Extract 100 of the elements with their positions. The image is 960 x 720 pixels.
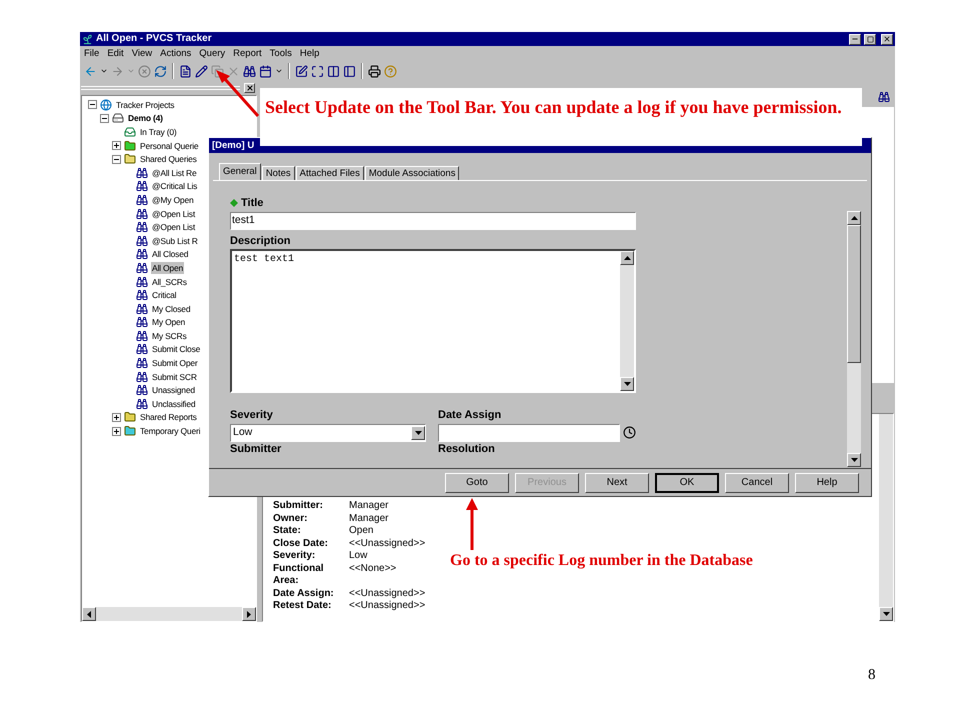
- sprout-icon: [82, 34, 93, 44]
- tree-item[interactable]: Shared Queries: [139, 153, 198, 166]
- minimize-button[interactable]: [849, 34, 861, 44]
- tree-item[interactable]: Submit SCR: [151, 370, 198, 383]
- tree-item[interactable]: Shared Reports: [139, 411, 198, 424]
- tree-item[interactable]: In Tray (0): [139, 126, 178, 138]
- scroll-up-button[interactable]: [620, 251, 634, 265]
- menu-item[interactable]: View: [132, 48, 152, 58]
- binoculars-icon[interactable]: [243, 64, 256, 78]
- menu-item[interactable]: Tools: [270, 48, 292, 58]
- clock-icon[interactable]: [623, 426, 636, 439]
- tree-item[interactable]: My Open: [151, 316, 186, 328]
- left-triangle-icon: [87, 610, 91, 618]
- menu-item[interactable]: Edit: [107, 48, 124, 58]
- tree-item[interactable]: Demo (4): [127, 112, 164, 124]
- detail-value: Low: [349, 550, 368, 562]
- menu-item[interactable]: Help: [300, 48, 320, 58]
- detail-value: <<Unassigned>>: [349, 588, 426, 600]
- dialog-button[interactable]: Goto: [445, 472, 509, 492]
- diamond-icon: [230, 199, 238, 208]
- detail-label: Owner:: [273, 512, 308, 525]
- tab[interactable]: Module Associations: [364, 166, 460, 180]
- tree-item[interactable]: @Open List: [151, 221, 196, 234]
- date-assign-field[interactable]: [438, 424, 620, 442]
- tree-item[interactable]: @Sub List R: [151, 234, 199, 247]
- detail-label: Functional Area:: [273, 562, 325, 588]
- tree-item[interactable]: Personal Querie: [139, 140, 200, 152]
- dialog-button[interactable]: OK: [655, 472, 719, 492]
- page-number: 8: [868, 666, 876, 685]
- refresh-icon[interactable]: [154, 64, 167, 78]
- close-pane-button[interactable]: [244, 83, 255, 93]
- detail-label: Date Assign:: [273, 588, 335, 600]
- dropdown-arrow-button[interactable]: [411, 426, 425, 440]
- binoculars-icon: [136, 234, 148, 247]
- expand-icon[interactable]: [112, 412, 121, 422]
- dialog-button[interactable]: Next: [585, 472, 649, 492]
- up-triangle-icon: [624, 256, 630, 260]
- menu-item[interactable]: Query: [199, 48, 226, 58]
- tree-item[interactable]: Unclassified: [151, 398, 196, 410]
- calendar-icon[interactable]: [259, 64, 272, 78]
- dialog-button[interactable]: Cancel: [725, 472, 789, 492]
- tree-item[interactable]: All Open: [151, 262, 184, 274]
- description-text: test text1: [233, 253, 296, 267]
- menu-item[interactable]: Actions: [160, 48, 192, 58]
- binoculars-icon: [136, 398, 148, 410]
- scroll-down-button[interactable]: [879, 607, 893, 621]
- drive-icon: [112, 112, 124, 124]
- expand-icon[interactable]: [112, 426, 121, 436]
- edit-icon[interactable]: [295, 64, 308, 78]
- collapse-icon[interactable]: [88, 100, 97, 110]
- tree-item[interactable]: My SCRs: [151, 330, 188, 342]
- tree-item[interactable]: My Closed: [151, 302, 192, 315]
- scroll-down-button[interactable]: [847, 453, 861, 467]
- scroll-thumb[interactable]: [847, 225, 861, 363]
- tree-item[interactable]: Critical: [151, 289, 178, 302]
- tab[interactable]: Notes: [262, 166, 295, 180]
- tree-item[interactable]: Submit Oper: [151, 357, 199, 370]
- scroll-up-button[interactable]: [847, 211, 861, 225]
- expand-icon[interactable]: [112, 141, 121, 150]
- binoculars-icon: [136, 357, 148, 370]
- severity-dropdown[interactable]: Low: [230, 424, 426, 442]
- detail-value: <<Unassigned>>: [349, 538, 426, 550]
- collapse-icon[interactable]: [100, 114, 109, 123]
- tree-item[interactable]: @My Open: [151, 194, 195, 206]
- binoculars-icon: [878, 91, 890, 103]
- collapse-icon[interactable]: [112, 154, 121, 164]
- scroll-down-button[interactable]: [620, 377, 634, 391]
- tree-item[interactable]: All Closed: [151, 248, 190, 260]
- binoculars-icon: [136, 316, 148, 328]
- close-button[interactable]: [881, 34, 893, 44]
- dialog-button[interactable]: Help: [795, 472, 859, 492]
- menu-item[interactable]: Report: [233, 48, 262, 58]
- tab[interactable]: General: [219, 163, 261, 180]
- tree-item[interactable]: @Critical Lis: [151, 180, 198, 192]
- scroll-left-button[interactable]: [82, 607, 96, 621]
- tree-item[interactable]: @All List Re: [151, 166, 198, 179]
- tree-item[interactable]: Submit Close: [151, 343, 202, 356]
- tree-item[interactable]: All_SCRs: [151, 276, 188, 288]
- tree-item[interactable]: Unassigned: [151, 384, 196, 396]
- field-label: Submitter: [230, 442, 282, 454]
- dropdown-caret-icon[interactable]: [100, 67, 108, 75]
- tree-item[interactable]: Temporary Queri: [139, 425, 202, 438]
- document-icon[interactable]: [179, 64, 192, 78]
- dropdown-caret-icon[interactable]: [275, 67, 283, 75]
- panel-icon[interactable]: [343, 64, 356, 78]
- right-triangle-icon: [247, 610, 251, 618]
- title-field[interactable]: test1: [230, 212, 636, 230]
- description-field[interactable]: test text1: [230, 249, 636, 393]
- restore-button[interactable]: [864, 34, 876, 44]
- columns-icon[interactable]: [327, 64, 340, 78]
- scroll-right-button[interactable]: [242, 607, 256, 621]
- tree-item[interactable]: @Open List: [151, 208, 196, 220]
- tree-item[interactable]: Tracker Projects: [115, 98, 176, 111]
- frame-icon[interactable]: [311, 64, 324, 78]
- pencil-icon[interactable]: [195, 64, 208, 78]
- printer-icon[interactable]: [368, 64, 381, 78]
- close-icon: [246, 84, 254, 92]
- menu-item[interactable]: File: [84, 48, 100, 58]
- tab[interactable]: Attached Files: [296, 166, 364, 180]
- binoculars-icon: [136, 208, 148, 220]
